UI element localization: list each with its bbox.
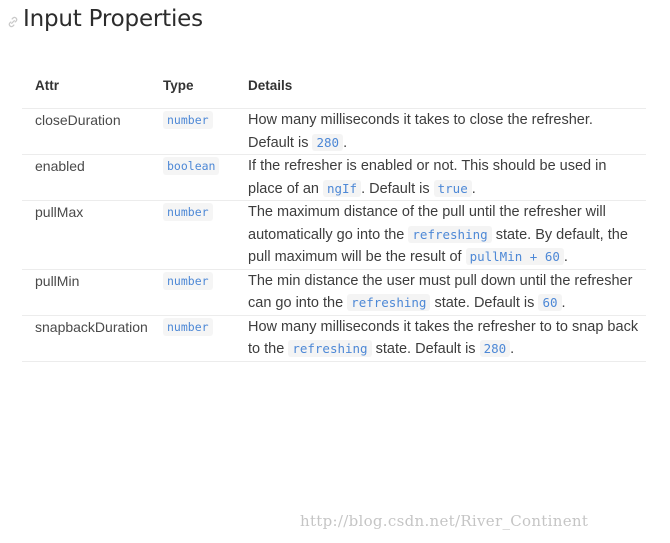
type-code: boolean xyxy=(163,157,220,175)
watermark: http://blog.csdn.net/River_Continent xyxy=(300,512,589,530)
inline-code: refreshing xyxy=(288,340,372,357)
header-details: Details xyxy=(248,62,646,109)
inline-code: pullMin + 60 xyxy=(465,248,564,265)
table-header-row: Attr Type Details xyxy=(22,62,646,109)
inline-code: true xyxy=(433,179,472,197)
table-row: pullMin number The min distance the user m… xyxy=(22,269,646,316)
attr-cell: enabled xyxy=(22,154,163,201)
attr-name: pullMax xyxy=(35,204,84,220)
details-text: . xyxy=(343,134,348,151)
details-text: . Default is xyxy=(361,180,434,197)
inline-code: 60 xyxy=(538,294,562,311)
details-cell: The min distance the user must pull down… xyxy=(248,269,646,316)
header-attr: Attr xyxy=(22,62,163,109)
type-cell: boolean xyxy=(163,154,248,201)
attr-name: enabled xyxy=(35,158,85,174)
type-code: number xyxy=(163,317,213,336)
details-text: state. Default is xyxy=(371,341,480,357)
details-text: How many milliseconds it takes to close … xyxy=(248,112,593,151)
type-cell: number xyxy=(163,315,248,362)
attr-cell: snapbackDuration xyxy=(22,315,163,362)
details-text: . xyxy=(561,295,566,311)
table-row: pullMax number The maximum distance of the… xyxy=(22,200,646,270)
details-cell: The maximum distance of the pull until t… xyxy=(248,200,646,270)
type-code: number xyxy=(163,271,213,290)
details-text: . xyxy=(510,341,515,357)
link-icon[interactable] xyxy=(6,15,20,29)
attr-name: pullMin xyxy=(35,272,80,289)
page-title: Input Properties xyxy=(23,6,203,32)
table-row: enabled boolean If the refresher is enable… xyxy=(22,154,646,201)
details-text: state. Default is xyxy=(430,295,539,311)
attr-name: closeDuration xyxy=(35,112,121,128)
header-type: Type xyxy=(163,62,248,109)
type-cell: number xyxy=(163,108,248,155)
details-cell: How many milliseconds it takes the refre… xyxy=(248,315,646,362)
attr-cell: closeDuration xyxy=(22,108,163,155)
type-cell: number xyxy=(163,200,248,270)
section-heading: Input Properties xyxy=(6,6,203,32)
attr-cell: pullMax xyxy=(22,200,163,270)
type-code: number xyxy=(163,111,213,129)
details-text: . xyxy=(471,180,476,197)
inline-code: refreshing xyxy=(347,294,431,311)
inline-code: 280 xyxy=(479,340,511,357)
inline-code: 280 xyxy=(312,133,344,151)
details-cell: If the refresher is enabled or not. This… xyxy=(248,154,646,201)
details-text: . xyxy=(563,249,568,265)
attr-name: snapbackDuration xyxy=(35,318,148,335)
inline-code: refreshing xyxy=(408,225,492,243)
type-code: number xyxy=(163,203,213,221)
inline-code: ngIf xyxy=(322,179,362,197)
table-row: closeDuration number How many milliseconds… xyxy=(22,108,646,155)
attr-cell: pullMin xyxy=(22,269,163,316)
details-cell: How many milliseconds it takes to close … xyxy=(248,108,646,155)
table-row: snapbackDuration number How many milliseco… xyxy=(22,315,646,362)
type-cell: number xyxy=(163,269,248,316)
properties-table: Attr Type Details closeDuration number How… xyxy=(22,62,646,362)
